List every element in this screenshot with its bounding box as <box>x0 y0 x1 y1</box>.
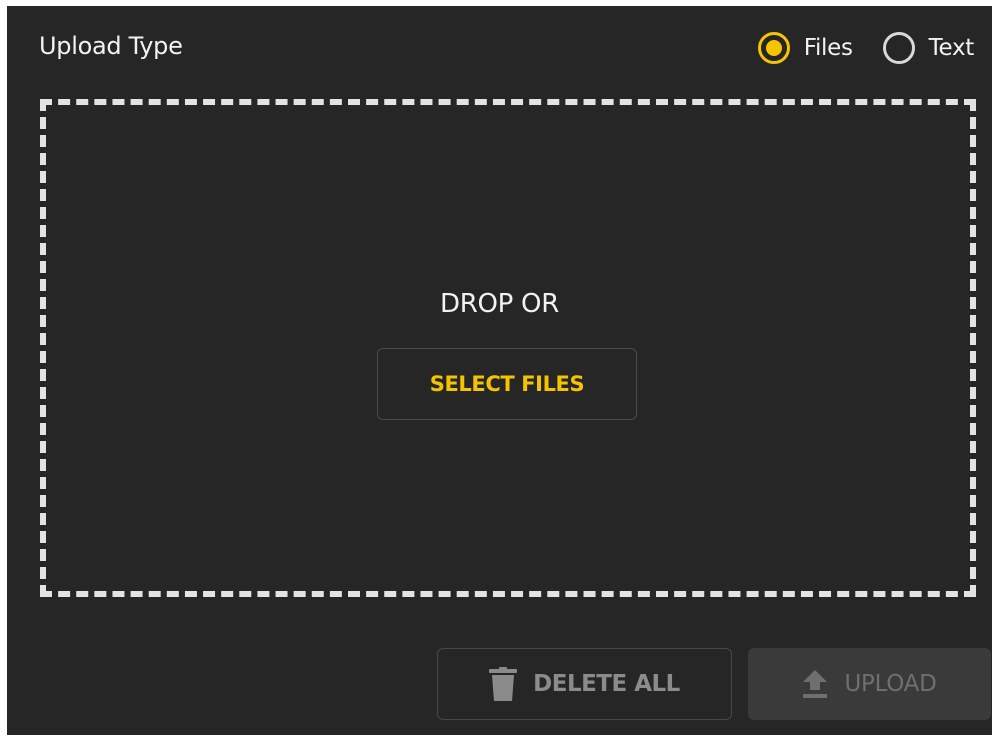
delete-all-label: DELETE ALL <box>533 671 680 697</box>
radio-files-selected-icon[interactable] <box>757 32 790 64</box>
delete-all-button[interactable]: DELETE ALL <box>437 648 732 720</box>
upload-type-radio-group: Files Text <box>757 26 975 70</box>
radio-text-label[interactable]: Text <box>929 35 975 61</box>
drop-or-text: DROP OR <box>440 289 559 319</box>
select-files-label: SELECT FILES <box>429 372 585 396</box>
trash-icon <box>489 667 518 701</box>
radio-option-text[interactable]: Text <box>882 32 975 64</box>
radio-option-files[interactable]: Files <box>757 32 853 64</box>
upload-type-label: Upload Type <box>39 32 183 60</box>
upload-button[interactable]: UPLOAD <box>748 648 991 720</box>
upload-arrow-icon <box>802 669 828 699</box>
radio-files-label[interactable]: Files <box>804 35 853 61</box>
radio-text-unselected-icon[interactable] <box>882 32 915 64</box>
upload-panel: Upload Type Files Text DROP OR SELECT FI… <box>7 6 992 735</box>
select-files-button[interactable]: SELECT FILES <box>377 348 637 420</box>
upload-label: UPLOAD <box>844 671 937 697</box>
